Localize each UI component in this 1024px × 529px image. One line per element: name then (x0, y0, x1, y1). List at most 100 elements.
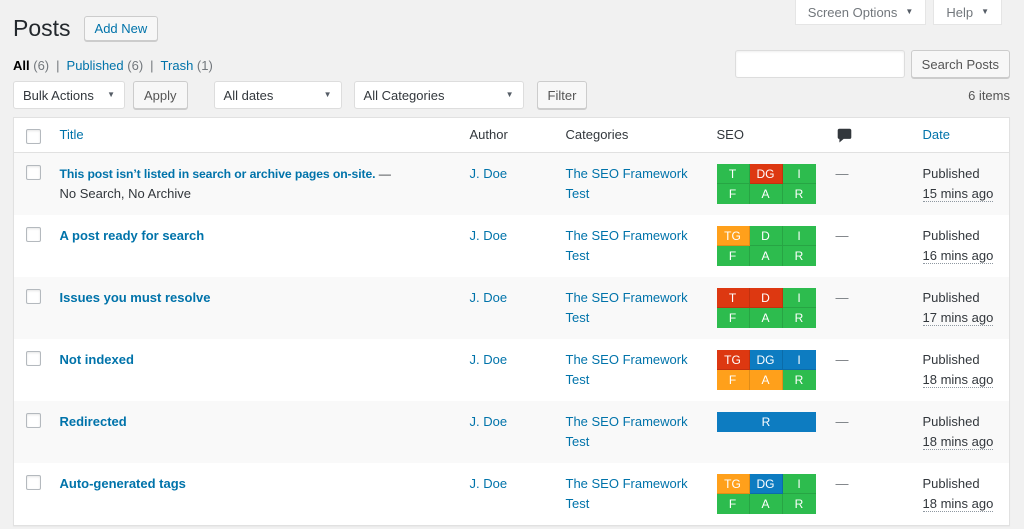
author-link[interactable]: J. Doe (470, 290, 508, 305)
seo-badge-a: A (750, 246, 783, 266)
post-date: 18 mins ago (923, 434, 994, 450)
seo-badge-r: R (783, 370, 816, 390)
post-title-link[interactable]: Auto-generated tags (60, 476, 186, 491)
row-checkbox[interactable] (26, 227, 41, 242)
seo-badge-r: R (783, 308, 816, 328)
seo-badge-f: F (717, 246, 750, 266)
view-trash-link[interactable]: Trash (161, 58, 194, 73)
seo-cell: TGDGIFAR (707, 339, 826, 401)
seo-badge-dg: DG (750, 350, 783, 370)
filter-button[interactable]: Filter (537, 81, 588, 109)
post-title-link[interactable]: Issues you must resolve (60, 290, 211, 305)
seo-badge-r: R (783, 246, 816, 266)
page-title: Posts (13, 13, 71, 43)
view-published-link[interactable]: Published (67, 58, 124, 73)
categories-header: Categories (556, 118, 707, 153)
title-cell: Not indexed (50, 339, 460, 401)
apply-button[interactable]: Apply (133, 81, 188, 109)
row-checkbox-cell (14, 463, 50, 526)
view-all-link[interactable]: All (13, 58, 30, 73)
table-row: A post ready for search J. Doe The SEO Fra… (14, 215, 1010, 277)
view-published: Published (6) (67, 58, 144, 73)
table-row: Not indexed J. Doe The SEO Framework Test T… (14, 339, 1010, 401)
chevron-down-icon: ▼ (981, 8, 989, 16)
row-checkbox[interactable] (26, 351, 41, 366)
seo-badge-r: R (783, 494, 816, 514)
author-link[interactable]: J. Doe (470, 476, 508, 491)
post-status: Published (923, 226, 1000, 246)
post-title-link[interactable]: Not indexed (60, 352, 134, 367)
category-link[interactable]: The SEO Framework Test (566, 166, 688, 201)
seo-bar: TGDGIFAR (717, 350, 816, 390)
seo-cell: TGDIFAR (707, 215, 826, 277)
seo-badge-f: F (717, 184, 750, 204)
author-link[interactable]: J. Doe (470, 228, 508, 243)
post-title-link[interactable]: A post ready for search (60, 228, 205, 243)
post-status: Published (923, 164, 1000, 184)
seo-badge-f: F (717, 370, 750, 390)
post-state: No Search, No Archive (60, 186, 192, 201)
row-checkbox-cell (14, 401, 50, 463)
row-checkbox[interactable] (26, 165, 41, 180)
author-link[interactable]: J. Doe (470, 352, 508, 367)
screen-options-label: Screen Options (808, 5, 898, 20)
category-link[interactable]: The SEO Framework Test (566, 228, 688, 263)
author-link[interactable]: J. Doe (470, 414, 508, 429)
comments-cell: — (826, 401, 913, 463)
seo-badge-i: I (783, 226, 816, 246)
title-cell: This post isn’t listed in search or arch… (50, 153, 460, 216)
seo-badge-dg: DG (750, 474, 783, 494)
add-new-button[interactable]: Add New (84, 16, 159, 41)
row-checkbox[interactable] (26, 475, 41, 490)
seo-badge-r: R (783, 184, 816, 204)
author-link[interactable]: J. Doe (470, 166, 508, 181)
title-line: This post isn’t listed in search or arch… (60, 167, 391, 181)
screen-options-tab[interactable]: Screen Options ▼ (795, 0, 927, 25)
view-separator: | (150, 58, 153, 73)
post-status: Published (923, 412, 1000, 432)
category-link[interactable]: The SEO Framework Test (566, 352, 688, 387)
comments-value: — (836, 352, 849, 367)
post-status: Published (923, 288, 1000, 308)
view-trash: Trash (1) (161, 58, 213, 73)
post-state-separator: — (379, 167, 391, 181)
author-cell: J. Doe (460, 153, 556, 216)
dates-filter-select[interactable]: All dates ▼ (214, 81, 342, 109)
select-all-checkbox[interactable] (26, 129, 41, 144)
seo-bar: R (717, 412, 816, 432)
post-status: Published (923, 474, 1000, 494)
date-cell: Published15 mins ago (913, 153, 1010, 216)
categories-cell: The SEO Framework Test (556, 277, 707, 339)
comment-bubble-icon (836, 127, 853, 144)
table-toolbar: Bulk Actions ▼ Apply All dates ▼ All Cat… (13, 81, 1010, 109)
category-link[interactable]: The SEO Framework Test (566, 414, 688, 449)
search-box: Search Posts (735, 50, 1010, 78)
author-cell: J. Doe (460, 339, 556, 401)
view-separator: | (56, 58, 59, 73)
category-link[interactable]: The SEO Framework Test (566, 290, 688, 325)
seo-badge-i: I (783, 474, 816, 494)
categories-filter-select[interactable]: All Categories ▼ (354, 81, 524, 109)
view-published-count: (6) (127, 58, 143, 73)
seo-badge-r: R (717, 412, 816, 432)
table-row: Auto-generated tags J. Doe The SEO Framewo… (14, 463, 1010, 526)
seo-badge-t: T (717, 164, 750, 184)
help-tab[interactable]: Help ▼ (933, 0, 1002, 25)
comments-header (826, 118, 913, 153)
comments-cell: — (826, 463, 913, 526)
search-posts-button[interactable]: Search Posts (911, 50, 1010, 78)
seo-header: SEO (707, 118, 826, 153)
seo-badge-a: A (750, 370, 783, 390)
row-checkbox[interactable] (26, 413, 41, 428)
bulk-actions-select[interactable]: Bulk Actions ▼ (13, 81, 125, 109)
sort-date-header[interactable]: Date (923, 127, 950, 142)
post-title-link[interactable]: Redirected (60, 414, 127, 429)
post-title-link[interactable]: This post isn’t listed in search or arch… (60, 167, 376, 181)
categories-filter-value: All Categories (364, 88, 445, 103)
category-link[interactable]: The SEO Framework Test (566, 476, 688, 511)
seo-cell: TDIFAR (707, 277, 826, 339)
search-input[interactable] (735, 50, 905, 78)
seo-badge-i: I (783, 288, 816, 308)
row-checkbox[interactable] (26, 289, 41, 304)
sort-title-header[interactable]: Title (60, 127, 84, 142)
